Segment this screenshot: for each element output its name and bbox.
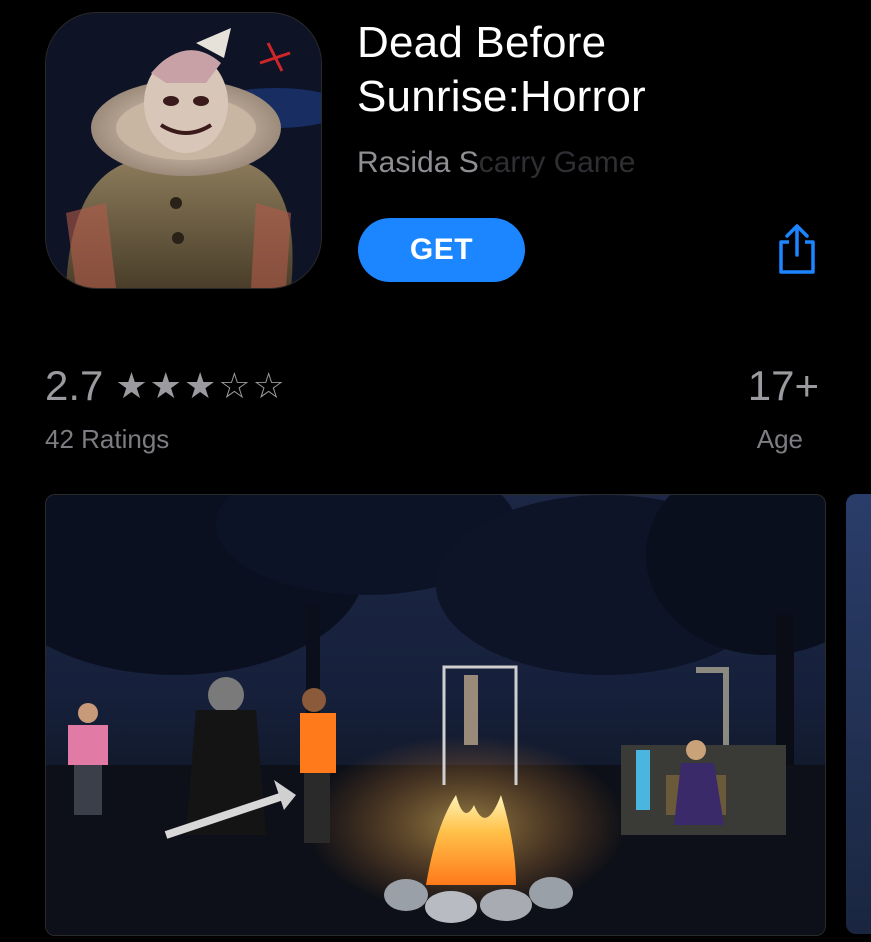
screenshot-preview[interactable] [45,494,826,936]
app-title: Dead Before Sunrise:Horror [357,18,646,121]
developer-name-visible: Rasida S [357,146,479,179]
rating-summary: 2.7 ★ ★ ★ ☆ ☆ [45,362,285,410]
clown-artwork [46,13,321,288]
share-icon[interactable] [775,222,819,276]
star-filled-icon: ★ [115,365,148,406]
star-empty-icon: ☆ [218,365,251,406]
developer-name-faded: carry Game [478,146,636,179]
star-filled-icon: ★ [183,365,217,406]
ratings-count: 42 Ratings [45,424,170,454]
star-rating: ★ ★ ★ ☆ ☆ [115,368,284,404]
get-button[interactable]: GET [358,218,525,282]
age-rating-label: Age [756,424,803,454]
star-filled-icon: ★ [149,365,182,406]
app-icon[interactable] [45,12,322,289]
age-rating-value: 17+ [747,362,819,409]
developer-name[interactable]: Rasida Scarry Game [357,146,635,180]
next-screenshot-preview[interactable] [846,494,871,934]
game-scene-image [46,495,825,935]
rating-value: 2.7 [45,362,104,409]
star-empty-icon: ☆ [252,365,285,406]
